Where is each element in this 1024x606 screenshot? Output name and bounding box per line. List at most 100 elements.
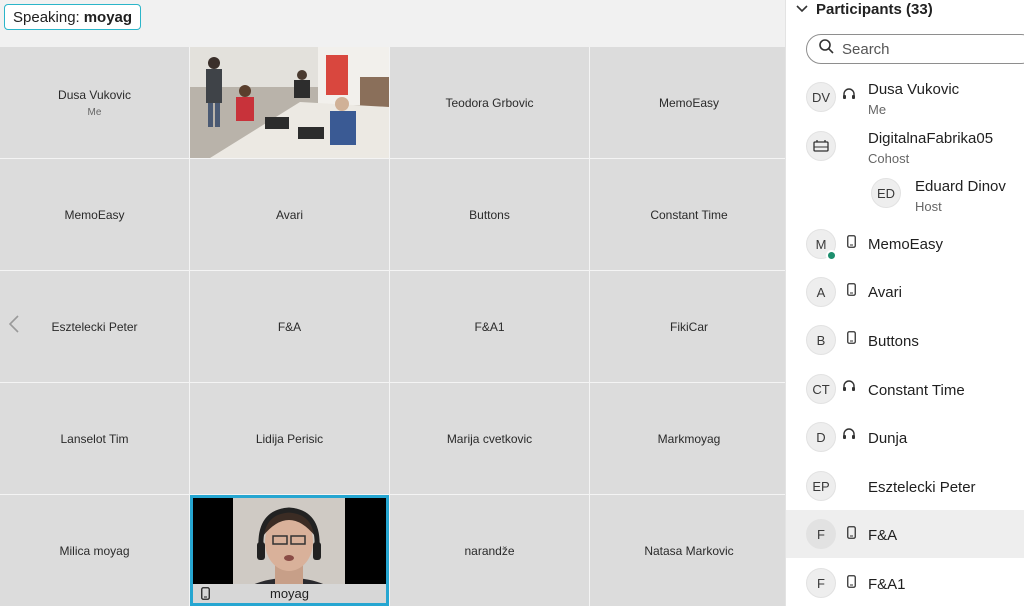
tile-name: Markmoyag [657,431,721,446]
participant-row[interactable]: F F&A1 [786,559,1024,606]
speaking-name: moyag [83,8,133,26]
avatar: F [806,568,836,598]
avatar: M [806,229,837,261]
tile-name: F&A1 [474,319,505,334]
participant-row[interactable]: DigitalnaFabrika05 Cohost [786,121,1024,169]
participant-name: Dunja [868,430,908,447]
participant-row[interactable]: B Buttons [786,316,1024,364]
video-tile[interactable]: FikiCar [590,271,788,382]
video-tile[interactable]: Teodora Grbovic [390,47,589,158]
participant-row[interactable]: CT Constant Time [786,365,1024,413]
tile-name: narandže [464,543,515,558]
participant-row[interactable]: EP Esztelecki Peter [786,462,1024,510]
headset-icon [842,87,856,101]
video-grid: Dusa Vukovic Me Teodora Grbovic MemoEasy… [0,47,788,606]
video-tile[interactable]: MemoEasy [590,47,788,158]
tile-name: Marija cvetkovic [446,431,533,446]
participant-row[interactable]: D Dunja [786,413,1024,461]
participant-row[interactable]: DV Dusa Vukovic Me [786,72,1024,120]
participants-header[interactable]: Participants (33) [796,0,933,18]
avatar: EP [806,471,836,501]
participant-name: MemoEasy [868,236,944,253]
tile-name: FikiCar [670,319,708,334]
video-tile[interactable]: Milica moyag [0,495,189,606]
avatar: CT [806,374,836,404]
tile-name: Constant Time [650,207,728,222]
participants-title: Participants (33) [816,0,933,18]
avatar-initials: M [815,236,827,252]
tile-name: Teodora Grbovic [445,95,534,110]
participant-name: Dusa Vukovic [868,81,960,98]
search-icon [819,39,834,59]
phone-icon [844,282,858,296]
video-tile[interactable]: F&A [190,271,389,382]
participants-panel: Participants (33) DV Dusa Vukovic Me Dig… [785,0,1024,606]
video-tile[interactable]: Avari [190,159,389,270]
video-tile[interactable]: Marija cvetkovic [390,383,589,494]
camera-feed-image [190,47,389,158]
participant-name: Eduard Dinov [915,178,1006,195]
participant-name: Buttons [868,333,919,350]
video-tile[interactable]: Lanselot Tim [0,383,189,494]
participant-name: Esztelecki Peter [868,479,976,496]
participant-row[interactable]: M MemoEasy [786,220,1024,268]
video-tile[interactable]: F&A1 [390,271,589,382]
participant-row[interactable]: ED Eduard Dinov Host [786,170,1024,218]
avatar: A [806,277,836,307]
participant-name: Avari [868,284,902,301]
previous-page-arrow-icon[interactable] [6,312,22,336]
video-tile[interactable]: Buttons [390,159,589,270]
avatar: B [806,325,836,355]
tile-name: Lidija Perisic [255,431,324,446]
participant-name: F&A [868,527,898,544]
avatar: ED [871,178,901,208]
tile-name: MemoEasy [64,207,125,222]
tile-name: Lanselot Tim [60,431,129,446]
tile-name: Dusa Vukovic [58,87,131,102]
participant-role: Host [915,199,942,214]
avatar: DV [806,82,836,112]
video-tile[interactable]: narandže [390,495,589,606]
room-device-icon [806,131,836,161]
search-input[interactable] [840,39,1014,59]
video-tile-active-speaker[interactable]: moyag [190,495,389,606]
phone-icon [844,330,858,344]
tile-name: Avari [275,207,304,222]
video-tile[interactable]: Markmoyag [590,383,788,494]
participant-name: DigitalnaFabrika05 [868,130,994,147]
participant-role: Me [868,102,887,117]
tile-name: F&A [277,319,302,334]
tile-name: moyag [269,586,310,601]
status-indicator [826,250,837,261]
video-tile-camera-feed[interactable] [190,47,389,158]
tile-name: Buttons [469,207,510,222]
headset-icon [842,379,856,393]
participant-name: F&A1 [868,576,906,593]
video-tile[interactable]: MemoEasy [0,159,189,270]
phone-icon [844,234,858,248]
tile-name: MemoEasy [658,95,720,110]
tile-name: Esztelecki Peter [51,319,138,334]
participant-row[interactable]: A Avari [786,268,1024,316]
speaking-indicator: Speaking: moyag [4,4,142,30]
phone-icon [844,525,858,539]
participant-row-selected[interactable]: F F&A [786,510,1024,558]
video-tile[interactable]: Natasa Markovic [590,495,788,606]
participant-name: Constant Time [868,382,965,399]
avatar: D [806,422,836,452]
phone-icon [844,574,858,588]
tile-subtitle: Me [87,106,102,118]
video-stage: Speaking: moyag Dusa Vukovic Me Teodora … [0,0,788,606]
chevron-down-icon[interactable] [796,5,808,13]
video-tile[interactable]: Esztelecki Peter [0,271,189,382]
tile-caption-bar: moyag [193,584,386,603]
participant-role: Cohost [868,151,910,166]
participant-search-box[interactable] [806,34,1024,64]
video-tile[interactable]: Constant Time [590,159,788,270]
headset-icon [842,427,856,441]
video-tile[interactable]: Lidija Perisic [190,383,389,494]
tile-name: Natasa Markovic [644,543,734,558]
speaking-label: Speaking: [13,8,80,26]
video-tile[interactable]: Dusa Vukovic Me [0,47,189,158]
tile-name: Milica moyag [59,543,130,558]
